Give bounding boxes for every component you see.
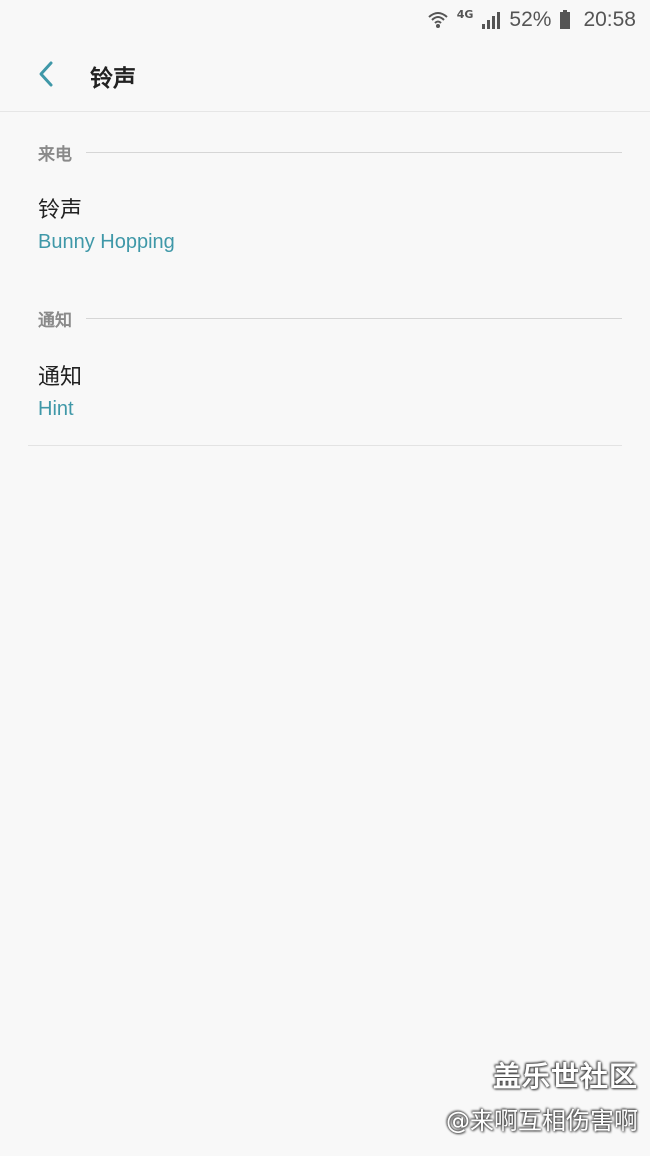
battery-percent: 52% [509, 8, 552, 31]
back-button[interactable] [16, 46, 76, 106]
ringtone-setting-title: 铃声 [38, 198, 83, 223]
notification-sound-setting-value: Hint [38, 398, 74, 420]
watermark-username: @来啊互相伤害啊 [446, 1107, 638, 1135]
notification-sound-setting-item[interactable]: 通知 Hint [0, 363, 650, 423]
section-header-label: 通知 [38, 311, 72, 331]
section-divider [86, 152, 622, 153]
clock: 20:58 [583, 8, 636, 31]
watermark-community-name: 盖乐世社区 [492, 1060, 638, 1093]
network-type-label: 4G [456, 7, 474, 21]
list-bottom-divider [28, 445, 622, 446]
notification-sound-setting-title: 通知 [38, 365, 83, 390]
page-title: 铃声 [90, 65, 136, 92]
section-header-label: 来电 [38, 145, 72, 165]
watermark: 盖乐世社区 @来啊互相伤害啊 [446, 1055, 638, 1136]
wifi-icon [427, 9, 449, 31]
section-header-notification: 通知 [38, 306, 622, 331]
section-header-incoming-call: 来电 [38, 140, 622, 165]
ringtone-setting-item[interactable]: 铃声 Bunny Hopping [0, 196, 650, 256]
signal-bars-icon [481, 10, 501, 30]
chevron-left-icon [36, 59, 56, 93]
ringtone-setting-value: Bunny Hopping [38, 231, 175, 253]
app-bar: 铃声 [0, 40, 650, 112]
status-bar: 4G 52% 20:58 [0, 0, 650, 40]
section-divider [86, 318, 622, 319]
battery-icon [559, 10, 571, 30]
